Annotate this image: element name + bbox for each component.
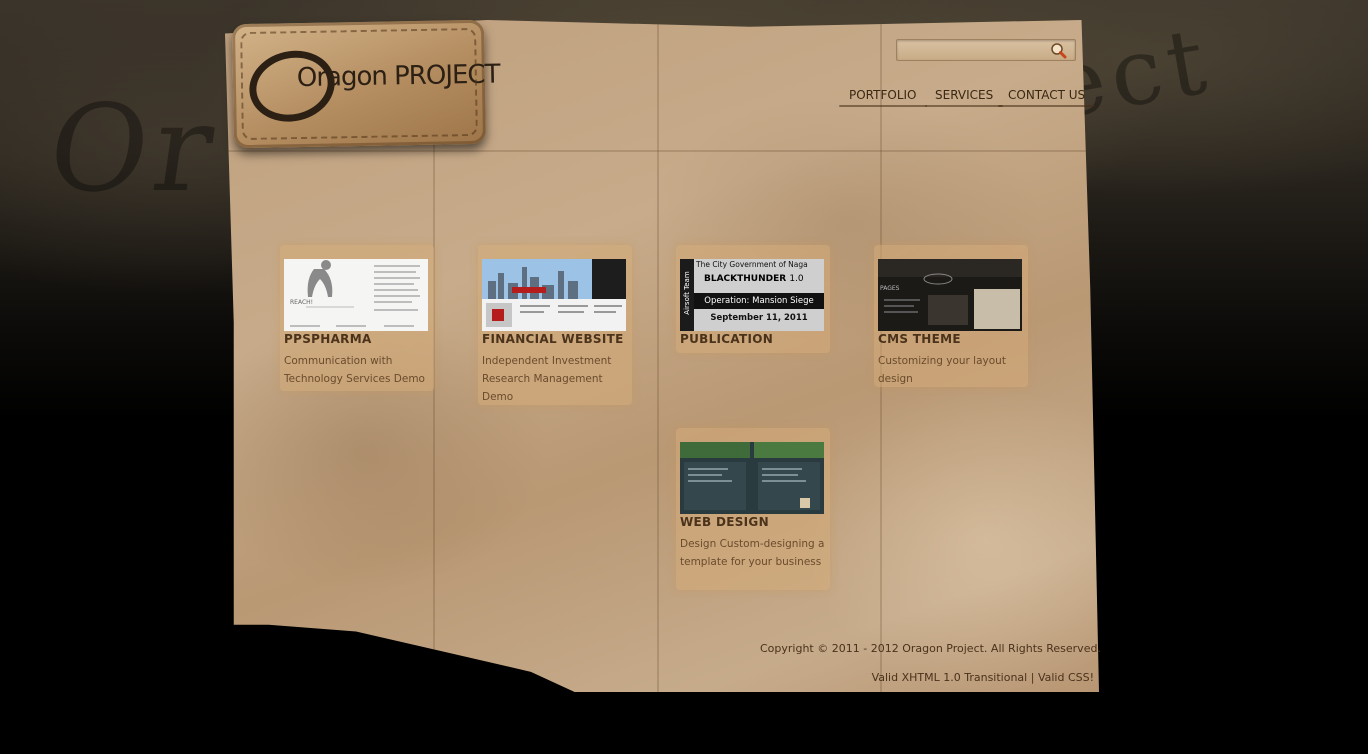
validation-separator: | [1027, 671, 1038, 684]
web-design-thumbnail-image [680, 442, 824, 514]
nav-services[interactable]: SERVICES [924, 88, 1004, 107]
valid-xhtml-link[interactable]: Valid XHTML 1.0 Transitional [872, 671, 1028, 684]
search-icon [1051, 43, 1067, 59]
logo-o-ring [242, 42, 342, 130]
portfolio-item-title[interactable]: CMS THEME [878, 332, 961, 346]
portfolio-item-description: Design Custom-designing a template for y… [680, 538, 825, 568]
portfolio-thumbnail[interactable] [680, 442, 824, 514]
nav-portfolio[interactable]: PORTFOLIO [839, 88, 926, 107]
portfolio-item-title[interactable]: FINANCIAL WEBSITE [482, 332, 624, 346]
portfolio-item-title[interactable]: PUBLICATION [680, 332, 773, 346]
portfolio-item-description: Customizing your layout design [878, 355, 1006, 385]
portfolio-thumbnail[interactable]: PAGES [878, 259, 1022, 331]
paper-crease [657, 20, 659, 692]
portfolio-item-description: Communication with Technology Services D… [284, 355, 425, 385]
portfolio-thumbnail[interactable] [482, 259, 626, 331]
paper-crease [225, 150, 1099, 152]
background-watermark-left: Or [40, 80, 228, 219]
search-button[interactable] [1049, 41, 1069, 59]
nav-contact-us[interactable]: CONTACT US [997, 88, 1096, 107]
thumbnail-subtitle: Operation: Mansion Siege [694, 293, 824, 309]
portfolio-item-title[interactable]: WEB DESIGN [680, 515, 769, 529]
valid-css-link[interactable]: Valid CSS! [1038, 671, 1094, 684]
thumbnail-date: September 11, 2011 [710, 313, 808, 323]
portfolio-thumbnail[interactable]: REACH! [284, 259, 428, 331]
search-box [896, 39, 1076, 61]
logo-text-label: Oragon PROJECT [296, 59, 500, 94]
financial-website-thumbnail-image [482, 259, 626, 331]
portfolio-item-description: Independent Investment Research Manageme… [482, 355, 612, 403]
thumbnail-top-line: The City Government of Naga [696, 260, 808, 269]
thumbnail-side-text: Airsoft Team [683, 271, 691, 315]
portfolio-item-title[interactable]: PPSPHARMA [284, 332, 372, 346]
validation-links: Valid XHTML 1.0 Transitional | Valid CSS… [840, 671, 1094, 684]
search-input[interactable] [901, 42, 1045, 60]
logo-text: Oragon PROJECT [297, 60, 500, 94]
cms-theme-thumbnail-image [878, 259, 1022, 331]
thumbnail-version: 1.0 [789, 274, 804, 284]
thumbnail-caption: PAGES [880, 285, 900, 292]
thumbnail-caption: REACH! [290, 299, 314, 306]
portfolio-thumbnail[interactable]: Airsoft Team The City Government of Naga… [680, 259, 824, 331]
thumbnail-title: BLACKTHUNDER [704, 274, 787, 284]
ppspharma-thumbnail-image [284, 259, 428, 331]
site-logo[interactable]: Oragon PROJECT [231, 19, 500, 149]
thumbnail-title-wrap: BLACKTHUNDER 1.0 [704, 274, 804, 284]
copyright-text: Copyright © 2011 - 2012 Oragon Project. … [760, 642, 1101, 655]
